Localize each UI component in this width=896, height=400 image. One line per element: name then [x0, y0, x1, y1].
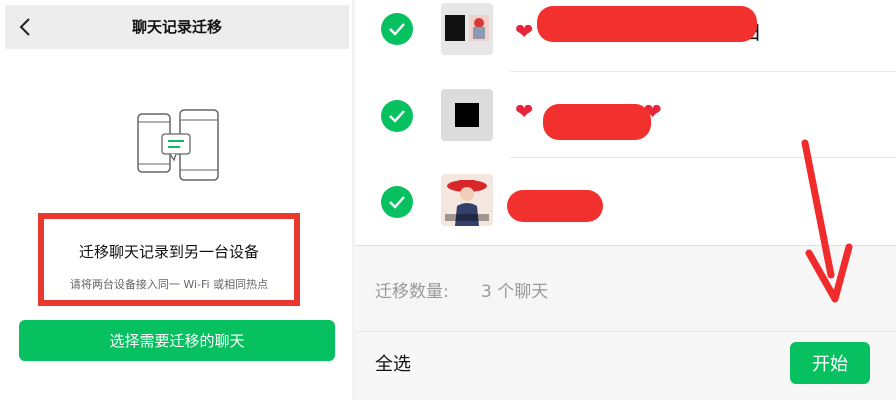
page-title: 聊天记录迁移	[131, 18, 222, 36]
intro-headline: 迁移聊天记录到另一台设备	[78, 243, 259, 261]
navigation-bar: 聊天记录迁移	[5, 5, 349, 49]
avatar	[441, 89, 493, 141]
checkmark-icon[interactable]	[381, 13, 413, 45]
checkmark-icon[interactable]	[381, 100, 413, 132]
chat-selection-screen: ❤白 ❤❤	[355, 0, 896, 400]
red-arrow-down-icon	[801, 139, 853, 303]
redaction-mark	[507, 190, 603, 222]
migration-intro-screen: 聊天记录迁移 迁移聊天记录到另一台设备 请将两台设备接入同一 Wi-Fi 或相同…	[0, 0, 352, 400]
phones-transfer-icon	[132, 108, 224, 184]
list-item[interactable]: ❤白	[355, 0, 896, 72]
avatar	[441, 174, 493, 226]
checkmark-icon[interactable]	[381, 186, 413, 218]
redaction-mark	[537, 6, 757, 42]
select-chats-button[interactable]: 选择需要迁移的聊天	[19, 320, 335, 361]
avatar	[441, 3, 493, 55]
redaction-mark	[543, 104, 651, 140]
intro-subline: 请将两台设备接入同一 Wi-Fi 或相同热点	[69, 278, 269, 291]
count-label: 迁移数量:	[375, 282, 449, 302]
count-value: 3 个聊天	[481, 282, 549, 302]
start-button[interactable]: 开始	[790, 342, 870, 384]
select-all-button[interactable]: 全选	[375, 350, 411, 376]
